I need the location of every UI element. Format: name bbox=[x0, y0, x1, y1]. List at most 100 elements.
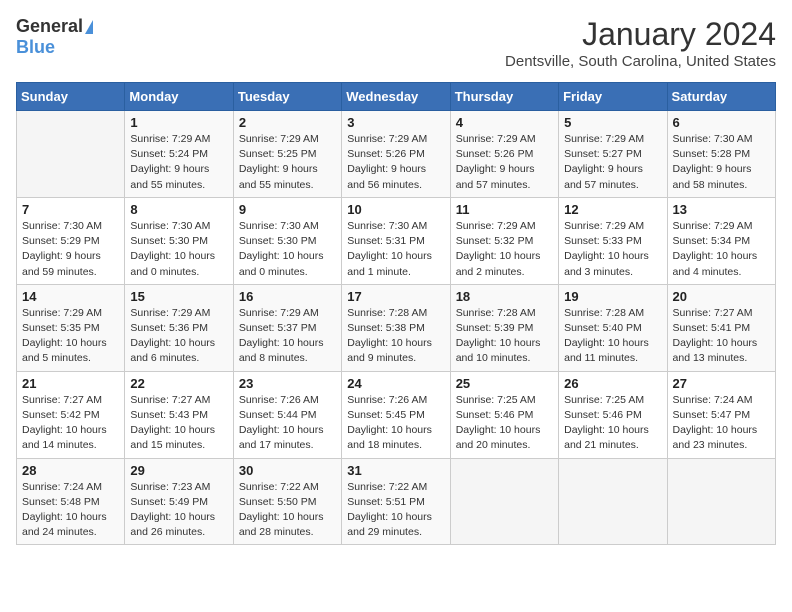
day-cell: 27Sunrise: 7:24 AMSunset: 5:47 PMDayligh… bbox=[667, 371, 775, 458]
day-number: 30 bbox=[239, 463, 336, 478]
day-info: Sunrise: 7:29 AMSunset: 5:37 PMDaylight:… bbox=[239, 306, 336, 367]
day-number: 25 bbox=[456, 376, 553, 391]
day-number: 20 bbox=[673, 289, 770, 304]
day-info: Sunrise: 7:28 AMSunset: 5:39 PMDaylight:… bbox=[456, 306, 553, 367]
day-info: Sunrise: 7:27 AMSunset: 5:42 PMDaylight:… bbox=[22, 393, 119, 454]
day-info: Sunrise: 7:29 AMSunset: 5:32 PMDaylight:… bbox=[456, 219, 553, 280]
day-cell: 28 Sunrise: 7:24 AMSunset: 5:48 PMDayligh… bbox=[17, 458, 125, 545]
day-info: Sunrise: 7:30 AMSunset: 5:30 PMDaylight:… bbox=[239, 219, 336, 280]
title-area: January 2024 Dentsville, South Carolina,… bbox=[505, 16, 776, 70]
day-cell: 25 Sunrise: 7:25 AMSunset: 5:46 PMDayligh… bbox=[450, 371, 558, 458]
calendar-body: 1 Sunrise: 7:29 AMSunset: 5:24 PMDaylight… bbox=[17, 111, 776, 545]
day-info: Sunrise: 7:24 AMSunset: 5:48 PMDaylight:… bbox=[22, 480, 119, 541]
day-info: Sunrise: 7:29 AMSunset: 5:26 PMDaylight:… bbox=[456, 132, 553, 193]
logo-general-text: General bbox=[16, 16, 83, 37]
day-info: Sunrise: 7:27 AMSunset: 5:41 PMDaylight:… bbox=[673, 306, 770, 367]
day-info: Sunrise: 7:23 AMSunset: 5:49 PMDaylight:… bbox=[130, 480, 227, 541]
day-info: Sunrise: 7:29 AMSunset: 5:26 PMDaylight:… bbox=[347, 132, 444, 193]
weekday-header-wednesday: Wednesday bbox=[342, 83, 450, 111]
day-cell: 18 Sunrise: 7:28 AMSunset: 5:39 PMDayligh… bbox=[450, 284, 558, 371]
day-number: 17 bbox=[347, 289, 444, 304]
day-info: Sunrise: 7:22 AMSunset: 5:51 PMDaylight:… bbox=[347, 480, 444, 541]
day-info: Sunrise: 7:26 AMSunset: 5:45 PMDaylight:… bbox=[347, 393, 444, 454]
day-cell: 23 Sunrise: 7:26 AMSunset: 5:44 PMDayligh… bbox=[233, 371, 341, 458]
day-cell: 7Sunrise: 7:30 AMSunset: 5:29 PMDaylight… bbox=[17, 197, 125, 284]
day-cell: 1 Sunrise: 7:29 AMSunset: 5:24 PMDaylight… bbox=[125, 111, 233, 198]
week-row-5: 28 Sunrise: 7:24 AMSunset: 5:48 PMDayligh… bbox=[17, 458, 776, 545]
day-info: Sunrise: 7:29 AMSunset: 5:35 PMDaylight:… bbox=[22, 306, 119, 367]
day-cell: 12 Sunrise: 7:29 AMSunset: 5:33 PMDayligh… bbox=[559, 197, 667, 284]
day-info: Sunrise: 7:29 AMSunset: 5:27 PMDaylight:… bbox=[564, 132, 661, 193]
day-number: 9 bbox=[239, 202, 336, 217]
day-info: Sunrise: 7:29 AMSunset: 5:34 PMDaylight:… bbox=[673, 219, 770, 280]
day-info: Sunrise: 7:22 AMSunset: 5:50 PMDaylight:… bbox=[239, 480, 336, 541]
day-number: 28 bbox=[22, 463, 119, 478]
day-cell: 31Sunrise: 7:22 AMSunset: 5:51 PMDayligh… bbox=[342, 458, 450, 545]
weekday-header-friday: Friday bbox=[559, 83, 667, 111]
day-info: Sunrise: 7:26 AMSunset: 5:44 PMDaylight:… bbox=[239, 393, 336, 454]
day-number: 10 bbox=[347, 202, 444, 217]
location: Dentsville, South Carolina, United State… bbox=[505, 53, 776, 70]
logo-icon bbox=[85, 20, 93, 34]
day-info: Sunrise: 7:29 AMSunset: 5:33 PMDaylight:… bbox=[564, 219, 661, 280]
day-number: 27 bbox=[673, 376, 770, 391]
day-info: Sunrise: 7:28 AMSunset: 5:38 PMDaylight:… bbox=[347, 306, 444, 367]
day-cell bbox=[559, 458, 667, 545]
day-cell: 30 Sunrise: 7:22 AMSunset: 5:50 PMDayligh… bbox=[233, 458, 341, 545]
day-number: 4 bbox=[456, 115, 553, 130]
day-info: Sunrise: 7:29 AMSunset: 5:36 PMDaylight:… bbox=[130, 306, 227, 367]
week-row-1: 1 Sunrise: 7:29 AMSunset: 5:24 PMDaylight… bbox=[17, 111, 776, 198]
day-cell: 21 Sunrise: 7:27 AMSunset: 5:42 PMDayligh… bbox=[17, 371, 125, 458]
day-cell: 5 Sunrise: 7:29 AMSunset: 5:27 PMDaylight… bbox=[559, 111, 667, 198]
day-number: 8 bbox=[130, 202, 227, 217]
day-cell: 9 Sunrise: 7:30 AMSunset: 5:30 PMDaylight… bbox=[233, 197, 341, 284]
day-info: Sunrise: 7:30 AMSunset: 5:28 PMDaylight:… bbox=[673, 132, 770, 193]
weekday-header-sunday: Sunday bbox=[17, 83, 125, 111]
day-info: Sunrise: 7:25 AMSunset: 5:46 PMDaylight:… bbox=[564, 393, 661, 454]
day-cell: 29 Sunrise: 7:23 AMSunset: 5:49 PMDayligh… bbox=[125, 458, 233, 545]
day-number: 12 bbox=[564, 202, 661, 217]
day-number: 5 bbox=[564, 115, 661, 130]
day-cell: 3 Sunrise: 7:29 AMSunset: 5:26 PMDaylight… bbox=[342, 111, 450, 198]
weekday-header-row: SundayMondayTuesdayWednesdayThursdayFrid… bbox=[17, 83, 776, 111]
day-cell: 26 Sunrise: 7:25 AMSunset: 5:46 PMDayligh… bbox=[559, 371, 667, 458]
week-row-2: 7Sunrise: 7:30 AMSunset: 5:29 PMDaylight… bbox=[17, 197, 776, 284]
day-info: Sunrise: 7:29 AMSunset: 5:24 PMDaylight:… bbox=[130, 132, 227, 193]
day-cell: 8 Sunrise: 7:30 AMSunset: 5:30 PMDaylight… bbox=[125, 197, 233, 284]
day-info: Sunrise: 7:27 AMSunset: 5:43 PMDaylight:… bbox=[130, 393, 227, 454]
day-number: 3 bbox=[347, 115, 444, 130]
day-number: 23 bbox=[239, 376, 336, 391]
calendar: SundayMondayTuesdayWednesdayThursdayFrid… bbox=[16, 82, 776, 545]
day-cell: 24Sunrise: 7:26 AMSunset: 5:45 PMDayligh… bbox=[342, 371, 450, 458]
day-number: 7 bbox=[22, 202, 119, 217]
day-number: 15 bbox=[130, 289, 227, 304]
weekday-header-monday: Monday bbox=[125, 83, 233, 111]
day-cell: 11Sunrise: 7:29 AMSunset: 5:32 PMDayligh… bbox=[450, 197, 558, 284]
day-cell: 2Sunrise: 7:29 AMSunset: 5:25 PMDaylight… bbox=[233, 111, 341, 198]
day-cell bbox=[17, 111, 125, 198]
day-cell: 16Sunrise: 7:29 AMSunset: 5:37 PMDayligh… bbox=[233, 284, 341, 371]
day-number: 21 bbox=[22, 376, 119, 391]
weekday-header-thursday: Thursday bbox=[450, 83, 558, 111]
day-cell: 14 Sunrise: 7:29 AMSunset: 5:35 PMDayligh… bbox=[17, 284, 125, 371]
week-row-3: 14 Sunrise: 7:29 AMSunset: 5:35 PMDayligh… bbox=[17, 284, 776, 371]
day-number: 1 bbox=[130, 115, 227, 130]
day-number: 14 bbox=[22, 289, 119, 304]
day-cell bbox=[667, 458, 775, 545]
day-number: 29 bbox=[130, 463, 227, 478]
day-number: 18 bbox=[456, 289, 553, 304]
day-info: Sunrise: 7:30 AMSunset: 5:31 PMDaylight:… bbox=[347, 219, 444, 280]
day-number: 26 bbox=[564, 376, 661, 391]
day-number: 2 bbox=[239, 115, 336, 130]
day-info: Sunrise: 7:25 AMSunset: 5:46 PMDaylight:… bbox=[456, 393, 553, 454]
day-cell: 6Sunrise: 7:30 AMSunset: 5:28 PMDaylight… bbox=[667, 111, 775, 198]
day-info: Sunrise: 7:30 AMSunset: 5:30 PMDaylight:… bbox=[130, 219, 227, 280]
logo-blue-text: Blue bbox=[16, 37, 55, 58]
week-row-4: 21 Sunrise: 7:27 AMSunset: 5:42 PMDayligh… bbox=[17, 371, 776, 458]
day-number: 22 bbox=[130, 376, 227, 391]
header: General Blue January 2024 Dentsville, So… bbox=[16, 16, 776, 70]
day-cell: 10 Sunrise: 7:30 AMSunset: 5:31 PMDayligh… bbox=[342, 197, 450, 284]
day-cell: 15 Sunrise: 7:29 AMSunset: 5:36 PMDayligh… bbox=[125, 284, 233, 371]
day-number: 13 bbox=[673, 202, 770, 217]
day-info: Sunrise: 7:28 AMSunset: 5:40 PMDaylight:… bbox=[564, 306, 661, 367]
